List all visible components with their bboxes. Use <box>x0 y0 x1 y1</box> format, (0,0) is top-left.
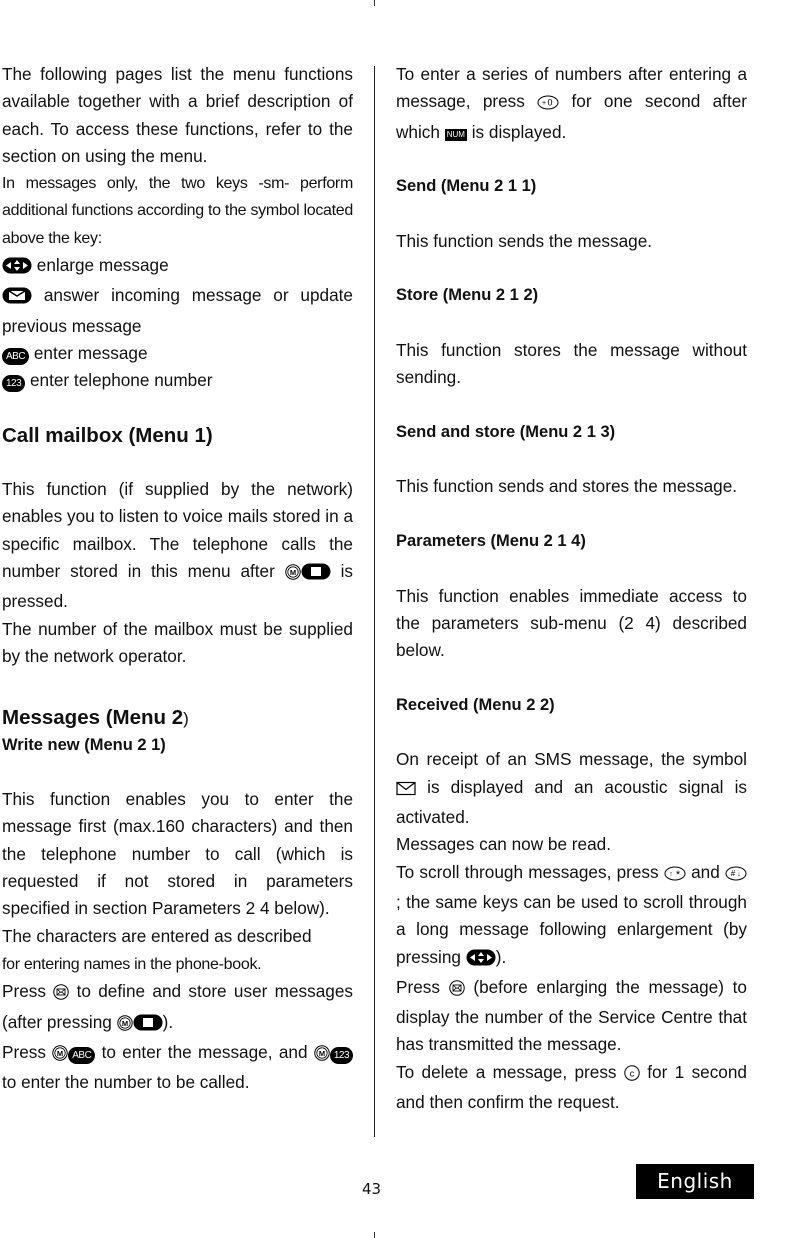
svg-text:↓: ↓ <box>737 871 741 878</box>
svg-text:M: M <box>319 1049 325 1058</box>
text: to enter the number to be called. <box>2 1072 250 1093</box>
svg-text:M: M <box>57 1049 63 1058</box>
m-key-icon: M <box>52 1042 68 1069</box>
call-mailbox-paragraph: This function (if supplied by the networ… <box>2 476 353 615</box>
received-paragraph-1: On receipt of an SMS message, the symbol… <box>396 746 747 831</box>
crop-mark-top <box>374 0 375 6</box>
m-key-icon: M <box>314 1042 330 1069</box>
service-centre-paragraph: Press (before enlarging the message) to … <box>396 974 747 1059</box>
text: On receipt of an SMS message, the symbol <box>396 749 747 770</box>
square-key-icon <box>133 1012 163 1039</box>
symbol-item-answer: answer incoming message or update previo… <box>2 282 353 340</box>
send-and-store-text: This function sends and stores the messa… <box>396 476 738 497</box>
symbol-item-abc: ABC enter message <box>2 340 353 367</box>
column-divider <box>374 66 375 1137</box>
m-key-icon: M <box>116 1012 133 1039</box>
text: Press <box>2 981 46 1002</box>
symbol-text: enter message <box>33 342 148 363</box>
language-tab: English <box>636 1164 754 1199</box>
mailbox-number-note: The number of the mailbox must be suppli… <box>2 618 353 666</box>
text: Messages (Menu 2 <box>2 705 184 729</box>
parameters-text: This function enables immediate access t… <box>396 585 747 661</box>
envelope-outline-icon <box>396 777 416 804</box>
number-entry-paragraph: To enter a series of numbers after enter… <box>396 61 747 146</box>
enlarge-icon <box>2 255 32 282</box>
text: to enter the message, and <box>101 1041 308 1062</box>
send-text: This function sends the message. <box>396 230 653 251</box>
abc-key-icon: ABC <box>2 347 30 365</box>
123-key-icon: 123 <box>329 1046 354 1064</box>
svg-text:M: M <box>290 568 296 577</box>
call-mailbox-heading: Call mailbox (Menu 1) <box>2 423 213 447</box>
text: is displayed. <box>471 121 567 142</box>
svg-text:0: 0 <box>548 98 553 108</box>
delete-paragraph: To delete a message, press c for 1 secon… <box>396 1059 747 1117</box>
c-key-icon: c <box>624 1062 640 1089</box>
abc-key-icon: ABC <box>68 1046 96 1064</box>
symbol-list: enlarge message answer incoming message … <box>2 252 353 394</box>
text: and <box>691 861 720 882</box>
svg-text:c: c <box>630 1068 635 1078</box>
svg-text:M: M <box>122 1019 128 1028</box>
page-number: 43 <box>362 1180 382 1198</box>
enter-message-instructions: Press M ABC to enter the message, and M 12… <box>2 1039 354 1097</box>
symbol-item-123: 123 enter telephone number <box>2 367 353 394</box>
num-indicator-icon: NUM <box>444 128 467 141</box>
left-column: The following pages list the menu functi… <box>2 61 353 1096</box>
received-paragraph-2: Messages can now be read. <box>396 834 611 855</box>
m-key-icon: M <box>285 561 301 588</box>
symbol-item-enlarge: enlarge message <box>2 252 353 282</box>
text: The characters are entered as described <box>2 925 312 946</box>
hash-key-icon: # ↓ <box>725 862 747 889</box>
scroll-paragraph: To scroll through messages, press ↑ * and… <box>396 859 747 974</box>
text: for entering names in the phone-book. <box>2 955 262 973</box>
text: ) <box>183 708 189 728</box>
crop-mark-bottom <box>374 1232 375 1238</box>
text: ; the same keys can be used to scroll th… <box>396 891 747 967</box>
text: Press <box>2 1041 46 1062</box>
zero-key-icon: +0 <box>537 91 559 118</box>
characters-note: The characters are entered as described f… <box>2 923 353 979</box>
svg-text:*: * <box>676 869 681 881</box>
star-key-icon: ↑ * <box>664 862 686 889</box>
svg-text:↑: ↑ <box>669 871 673 878</box>
text: ). <box>162 1011 174 1032</box>
write-new-heading: Write new (Menu 2 1) <box>2 735 166 754</box>
intro-paragraph: The following pages list the menu functi… <box>2 64 353 166</box>
messages-heading: Messages (Menu 2) <box>2 704 353 732</box>
svg-text:+: + <box>542 100 546 107</box>
123-key-icon: 123 <box>2 375 26 393</box>
text: To delete a message, press <box>396 1061 617 1082</box>
text: To scroll through messages, press <box>396 861 659 882</box>
store-heading: Store (Menu 2 1 2) <box>396 286 539 305</box>
send-and-store-heading: Send and store (Menu 2 1 3) <box>396 422 616 441</box>
envelope-key-icon <box>2 285 32 312</box>
keys-intro: In messages only, the two keys -sm- perf… <box>2 175 353 247</box>
enlarge-icon <box>466 947 496 974</box>
text: ). <box>495 946 507 967</box>
store-text: This function stores the message without… <box>396 339 747 388</box>
write-new-paragraph: This function enables you to enter the m… <box>2 789 353 919</box>
envelope-circle-icon <box>53 981 69 1008</box>
symbol-text: enter telephone number <box>29 370 213 391</box>
store-user-messages: Press to define and store user messages … <box>2 978 353 1039</box>
symbol-text: answer incoming message or update previo… <box>2 285 353 336</box>
text: Press <box>396 976 440 997</box>
square-key-icon <box>301 561 331 588</box>
text: is displayed and an acoustic signal is a… <box>396 776 747 828</box>
received-heading: Received (Menu 2 2) <box>396 695 555 714</box>
svg-text:#: # <box>731 869 736 878</box>
parameters-heading: Parameters (Menu 2 1 4) <box>396 532 586 551</box>
send-heading: Send (Menu 2 1 1) <box>396 177 537 196</box>
envelope-circle-icon <box>448 977 465 1004</box>
right-column: To enter a series of numbers after enter… <box>396 61 747 1116</box>
symbol-text: enlarge message <box>36 255 169 276</box>
